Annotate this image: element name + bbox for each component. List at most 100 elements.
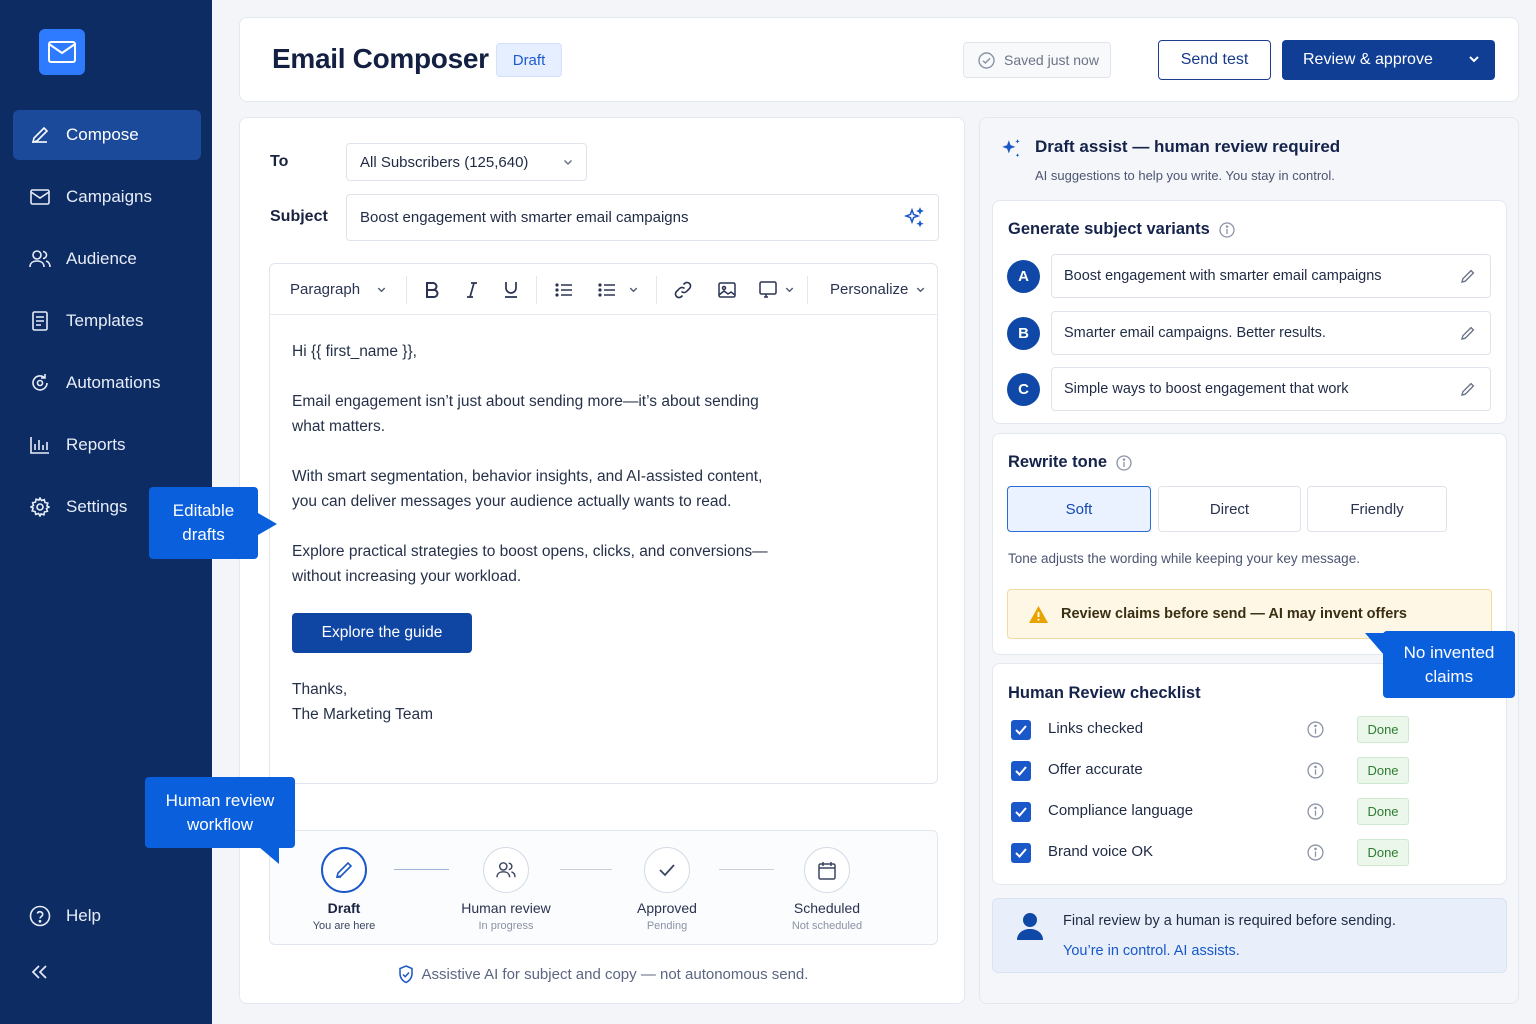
numbered-list-icon[interactable]	[598, 264, 639, 315]
recipient-select[interactable]: All Subscribers (125,640)	[346, 143, 587, 181]
tone-option-direct[interactable]: Direct	[1158, 486, 1301, 532]
chevron-down-icon	[784, 284, 795, 295]
pencil-icon	[29, 124, 51, 146]
workflow-step-scheduled[interactable]: Scheduled Not scheduled	[767, 847, 887, 932]
document-icon	[29, 310, 51, 332]
image-icon[interactable]	[718, 264, 736, 315]
sidebar-item-label: Automations	[66, 373, 161, 392]
help-icon	[29, 905, 51, 927]
checklist-item[interactable]: Offer accurate Done	[1011, 757, 1409, 784]
pencil-icon	[321, 847, 367, 893]
status-badge: Done	[1357, 716, 1409, 743]
warning-icon	[1028, 605, 1049, 624]
human-review-notice: Final review by a human is required befo…	[992, 898, 1507, 973]
personalize-select[interactable]: Personalize	[830, 264, 926, 315]
workflow-step-human-review[interactable]: Human review In progress	[446, 847, 566, 932]
status-badge: Done	[1357, 798, 1409, 825]
sparkle-icon[interactable]	[903, 207, 925, 229]
chevron-down-icon	[376, 284, 387, 295]
collapse-sidebar-icon[interactable]	[28, 960, 50, 984]
chevron-down-icon[interactable]	[1467, 52, 1481, 66]
info-icon[interactable]	[1307, 844, 1324, 861]
checklist-item[interactable]: Compliance language Done	[1011, 798, 1409, 825]
bulleted-list-icon[interactable]	[555, 264, 573, 315]
subject-variant-a[interactable]: A Boost engagement with smarter email ca…	[1007, 254, 1492, 300]
sidebar-item-label: Campaigns	[66, 187, 152, 206]
card-title: Generate subject variants	[1008, 220, 1235, 239]
sidebar-item-label: Settings	[66, 497, 128, 516]
chevron-down-icon	[562, 156, 574, 168]
tone-option-friendly[interactable]: Friendly	[1307, 486, 1447, 532]
subject-variant-c[interactable]: C Simple ways to boost engagement that w…	[1007, 367, 1492, 413]
send-test-button[interactable]: Send test	[1158, 40, 1271, 80]
sparkle-icon	[999, 137, 1023, 161]
sidebar-item-label: Reports	[66, 435, 126, 454]
checkbox-checked-icon[interactable]	[1011, 720, 1031, 740]
bar-chart-icon	[29, 434, 51, 456]
status-badge: Draft	[496, 43, 562, 77]
chevron-down-icon	[628, 284, 639, 295]
sidebar-item-compose[interactable]: Compose	[13, 110, 201, 160]
review-approve-button[interactable]: Review & approve	[1282, 40, 1495, 80]
info-icon[interactable]	[1307, 803, 1324, 820]
underline-icon[interactable]	[504, 264, 518, 315]
workflow-step-approved[interactable]: Approved Pending	[607, 847, 727, 932]
composer-panel: To All Subscribers (125,640) Subject Boo…	[239, 117, 965, 1004]
info-icon[interactable]	[1307, 721, 1324, 738]
callout-editable-drafts: Editable drafts	[149, 487, 277, 559]
info-icon[interactable]	[1116, 454, 1132, 471]
card-title: Human Review checklist	[1008, 684, 1201, 702]
callout-no-invented-claims: No invented claims	[1365, 631, 1515, 698]
checkbox-checked-icon[interactable]	[1011, 843, 1031, 863]
user-icon	[1015, 911, 1045, 941]
status-badge: Done	[1357, 839, 1409, 866]
edit-pencil-icon[interactable]	[1460, 268, 1476, 284]
edit-pencil-icon[interactable]	[1460, 325, 1476, 341]
subject-input[interactable]: Boost engagement with smarter email camp…	[346, 194, 939, 241]
mail-logo-icon[interactable]	[39, 29, 85, 75]
users-icon	[29, 248, 51, 270]
checkmark-icon	[644, 847, 690, 893]
sidebar-item-campaigns[interactable]: Campaigns	[13, 172, 201, 222]
card-title: Rewrite tone	[1008, 453, 1132, 472]
gear-icon	[29, 496, 51, 518]
subject-variant-b[interactable]: B Smarter email campaigns. Better result…	[1007, 311, 1492, 357]
review-workflow-stepper: Draft You are here Human review In progr…	[269, 830, 938, 945]
info-icon[interactable]	[1307, 762, 1324, 779]
checkbox-checked-icon[interactable]	[1011, 802, 1031, 822]
tone-note: Tone adjusts the wording while keeping y…	[1008, 551, 1360, 566]
checklist-item[interactable]: Brand voice OK Done	[1011, 839, 1409, 866]
sidebar-item-automations[interactable]: Automations	[13, 358, 201, 408]
checkbox-checked-icon[interactable]	[1011, 761, 1031, 781]
mail-icon	[29, 186, 51, 208]
edit-pencil-icon[interactable]	[1460, 381, 1476, 397]
editor-toolbar: Paragraph Personalize	[270, 264, 937, 315]
workflow-step-draft[interactable]: Draft You are here	[284, 847, 404, 932]
info-icon[interactable]	[1219, 221, 1235, 238]
check-circle-icon	[978, 51, 995, 69]
shield-check-icon	[398, 965, 414, 984]
subject-label: Subject	[270, 208, 328, 225]
checklist-item[interactable]: Links checked Done	[1011, 716, 1409, 743]
sidebar-item-label: Help	[66, 906, 101, 925]
explore-guide-button[interactable]: Explore the guide	[292, 613, 472, 653]
sidebar-item-reports[interactable]: Reports	[13, 420, 201, 470]
draft-assist-panel: Draft assist — human review required AI …	[979, 117, 1519, 1004]
sidebar-item-audience[interactable]: Audience	[13, 234, 201, 284]
assist-subtitle: AI suggestions to help you write. You st…	[1035, 168, 1335, 183]
sidebar-item-templates[interactable]: Templates	[13, 296, 201, 346]
callout-human-review-workflow: Human review workflow	[145, 777, 295, 864]
bold-icon[interactable]	[425, 264, 439, 315]
email-editor[interactable]: Paragraph Personalize Hi {{first_name}…	[269, 263, 938, 784]
status-badge: Done	[1357, 757, 1409, 784]
paragraph-style-select[interactable]: Paragraph	[290, 264, 387, 315]
block-insert-icon[interactable]	[759, 264, 795, 315]
tone-option-soft[interactable]: Soft	[1007, 486, 1151, 532]
sidebar-item-help[interactable]: Help	[13, 891, 201, 941]
link-icon[interactable]	[674, 264, 692, 315]
chevron-down-icon	[915, 284, 926, 295]
email-greeting: Hi {{ first_name }},	[292, 343, 417, 360]
italic-icon[interactable]	[466, 264, 478, 315]
page-title: Email Composer	[272, 43, 489, 74]
automation-icon	[29, 372, 51, 394]
